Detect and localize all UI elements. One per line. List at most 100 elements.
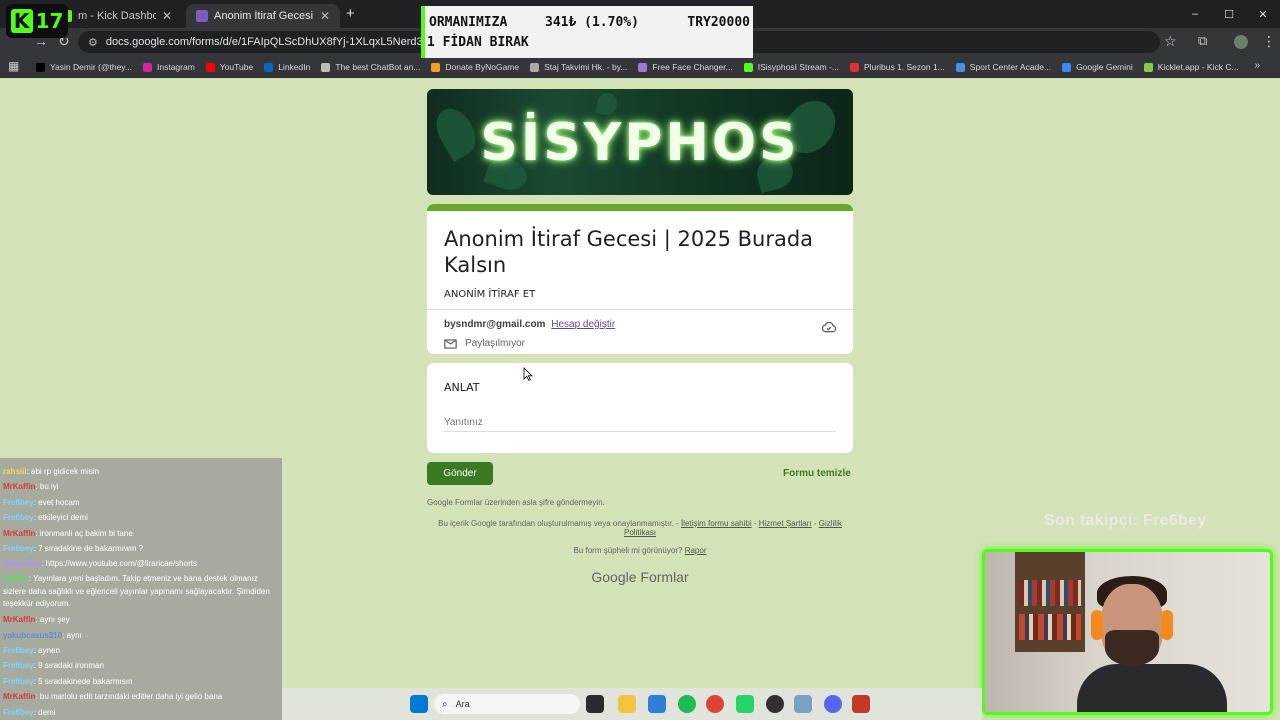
store-icon[interactable] bbox=[648, 695, 666, 713]
cloud-save-icon bbox=[821, 321, 837, 333]
bookmark-label: Kicklet.app - Kick C... bbox=[1157, 62, 1239, 72]
contact-owner-link[interactable]: İletişim formu sahibi bbox=[681, 519, 752, 528]
chat-username[interactable]: MrKaffin bbox=[3, 482, 35, 491]
windows-start-icon[interactable] bbox=[410, 695, 428, 713]
spotify-icon[interactable] bbox=[678, 695, 696, 713]
bookmark-favicon-icon bbox=[849, 62, 859, 72]
chat-message: Fre6bey: evet hocam bbox=[0, 495, 282, 510]
more-bookmarks-icon[interactable]: » bbox=[1254, 60, 1260, 71]
chat-message-list: rahsiii: abi rp gidicek misin MrKaffin: b… bbox=[0, 464, 282, 720]
bookmark-item[interactable]: Donate ByNoGame bbox=[431, 62, 519, 72]
tab-kick-dashboard[interactable]: m - Kick Dashboard ✕ bbox=[50, 4, 182, 28]
bookmark-item[interactable]: Sport Center Acade... bbox=[955, 62, 1051, 72]
bookmark-item[interactable]: Kicklet.app - Kick C... bbox=[1143, 62, 1239, 72]
bookmark-item[interactable]: ISisyphosI Stream -... bbox=[743, 62, 839, 72]
chat-text: : 5 sıradakinede bakarmısın bbox=[33, 676, 133, 686]
chat-username[interactable]: Fre6bey bbox=[3, 661, 34, 670]
chat-username[interactable]: Fre6bey bbox=[3, 646, 34, 655]
apps-grid-icon[interactable]: ▦ bbox=[8, 59, 19, 73]
taskbar-search[interactable]: ⌕ Ara bbox=[434, 694, 580, 714]
chat-message: Fre6bey: demi bbox=[0, 705, 282, 720]
switch-account-link[interactable]: Hesap değiştir bbox=[551, 319, 615, 330]
task-view-icon[interactable] bbox=[586, 695, 604, 713]
chat-username[interactable]: Kitaysimo bbox=[3, 559, 41, 568]
chat-username[interactable]: yakubcasus310 bbox=[3, 631, 62, 640]
vpn-icon[interactable] bbox=[794, 695, 812, 713]
extensions-icon[interactable]: ⧉ bbox=[1198, 33, 1207, 49]
profile-avatar[interactable] bbox=[1234, 35, 1248, 49]
google-forms-logo[interactable]: Google Formlar bbox=[427, 569, 853, 585]
terms-link[interactable]: Hizmet Şartları bbox=[759, 519, 812, 528]
bookmark-item[interactable]: YouTube bbox=[205, 62, 254, 72]
tab-close-icon[interactable]: ✕ bbox=[320, 9, 330, 23]
browser-menu-icon[interactable]: ⋮ bbox=[1262, 33, 1276, 50]
bookmark-item[interactable]: Yasin Demir (@they... bbox=[36, 62, 132, 72]
chat-message: rahsiii: abi rp gidicek misin bbox=[0, 464, 282, 479]
chat-username[interactable]: Fre6bey bbox=[3, 544, 34, 553]
chat-message: Fre6bey: 5 sıradakinede bakarmısın bbox=[0, 674, 282, 689]
chat-username[interactable]: Fre6bey bbox=[3, 498, 34, 507]
tab-google-form[interactable]: Anonim İtiraf Gecesi | 2025 Bur ✕ bbox=[186, 4, 340, 28]
report-link[interactable]: Rapor bbox=[685, 546, 707, 555]
disclaimer-text: Bu içerik Google tarafından oluşturulmam… bbox=[438, 519, 679, 528]
obs-icon[interactable] bbox=[766, 695, 784, 713]
clear-form-link[interactable]: Formu temizle bbox=[783, 468, 851, 479]
chat-text: : aynı bbox=[62, 630, 82, 640]
bookmark-label: YouTube bbox=[219, 62, 254, 72]
account-email: bysndmr@gmail.com bbox=[444, 319, 546, 330]
bookmark-item[interactable]: Google Gemini bbox=[1062, 62, 1133, 72]
chat-username[interactable]: Fre6bey bbox=[3, 708, 34, 717]
chat-username[interactable]: MrKaffin bbox=[3, 529, 35, 538]
chat-username[interactable]: Fre6bey bbox=[3, 513, 34, 522]
submit-button[interactable]: Gönder bbox=[427, 462, 493, 485]
close-window-button[interactable]: ✕ bbox=[1246, 0, 1280, 28]
url-text: docs.google.com/forms/d/e/1FAIpQLScDhUX8… bbox=[105, 36, 474, 48]
file-explorer-icon[interactable] bbox=[618, 695, 636, 713]
banner-title: SİSYPHOS bbox=[480, 113, 800, 173]
chat-username[interactable]: Fre6bey bbox=[3, 677, 34, 686]
webcam-feed bbox=[982, 549, 1273, 715]
bookmark-favicon-icon bbox=[36, 62, 45, 72]
chat-text: : evet hocam bbox=[33, 497, 80, 507]
maximize-button[interactable]: ☐ bbox=[1212, 0, 1246, 28]
mouse-cursor-icon bbox=[523, 367, 533, 381]
chrome-icon[interactable] bbox=[706, 695, 724, 713]
bookmark-favicon-icon bbox=[955, 62, 965, 72]
minimize-button[interactable]: – bbox=[1178, 0, 1212, 28]
bookmark-item[interactable]: Free Face Changer... bbox=[638, 62, 733, 72]
chat-message: MrKaffin: bu mariolu edit tarzındaki edi… bbox=[0, 689, 282, 704]
donation-ticker: ORMANIMIZA 341₺ (1.70%) TRY20000 1 FİDAN… bbox=[421, 6, 753, 58]
chat-text: : aynı şey bbox=[35, 615, 70, 625]
answer-input[interactable] bbox=[444, 413, 836, 432]
bookmark-favicon-icon bbox=[530, 62, 540, 72]
chat-username[interactable]: MrKaffin bbox=[3, 692, 35, 701]
chat-text: : 7 sıradakine de bakarmıwın ? bbox=[33, 544, 144, 554]
chat-username[interactable]: MrKaffin bbox=[3, 615, 35, 624]
search-icon: ⌕ bbox=[442, 698, 448, 710]
bookmark-label: Staj Takvimi Hk. - by... bbox=[544, 62, 628, 72]
site-info-icon[interactable]: ⚙ bbox=[88, 36, 98, 49]
chat-text: : bu mariolu edit tarzındaki editler dah… bbox=[35, 692, 223, 702]
tab-label: Anonim İtiraf Gecesi | 2025 Bur bbox=[214, 10, 314, 22]
chat-message: Fre6bey: etkileyici demi bbox=[0, 510, 282, 525]
bookmark-item[interactable]: Instagram bbox=[143, 62, 195, 72]
bookmark-label: LinkedIn bbox=[278, 62, 311, 72]
bookmark-favicon-icon bbox=[638, 62, 648, 72]
bookmark-star-icon[interactable]: ☆ bbox=[1164, 33, 1177, 50]
discord-icon[interactable] bbox=[824, 695, 842, 713]
bookmark-favicon-icon bbox=[743, 62, 753, 72]
new-tab-button[interactable]: + bbox=[346, 5, 355, 22]
not-shared-icon bbox=[444, 338, 457, 349]
bookmark-favicon-icon bbox=[321, 62, 331, 72]
bookmark-item[interactable]: The best ChatBot an... bbox=[321, 62, 420, 72]
disclaimer: Bu içerik Google tarafından oluşturulmam… bbox=[438, 519, 842, 537]
bookmark-item[interactable]: Pluribus 1. Sezon 1... bbox=[849, 62, 945, 72]
tab-close-icon[interactable]: ✕ bbox=[162, 9, 172, 23]
bookmark-item[interactable]: LinkedIn bbox=[264, 62, 310, 72]
chat-username[interactable]: BotRix bbox=[3, 574, 29, 583]
chat-username[interactable]: rahsiii bbox=[3, 467, 27, 476]
bookmark-item[interactable]: Staj Takvimi Hk. - by... bbox=[530, 62, 627, 72]
window-controls: – ☐ ✕ bbox=[1178, 0, 1280, 28]
streamer-app-icon[interactable] bbox=[852, 695, 870, 713]
whatsapp-icon[interactable] bbox=[736, 695, 754, 713]
